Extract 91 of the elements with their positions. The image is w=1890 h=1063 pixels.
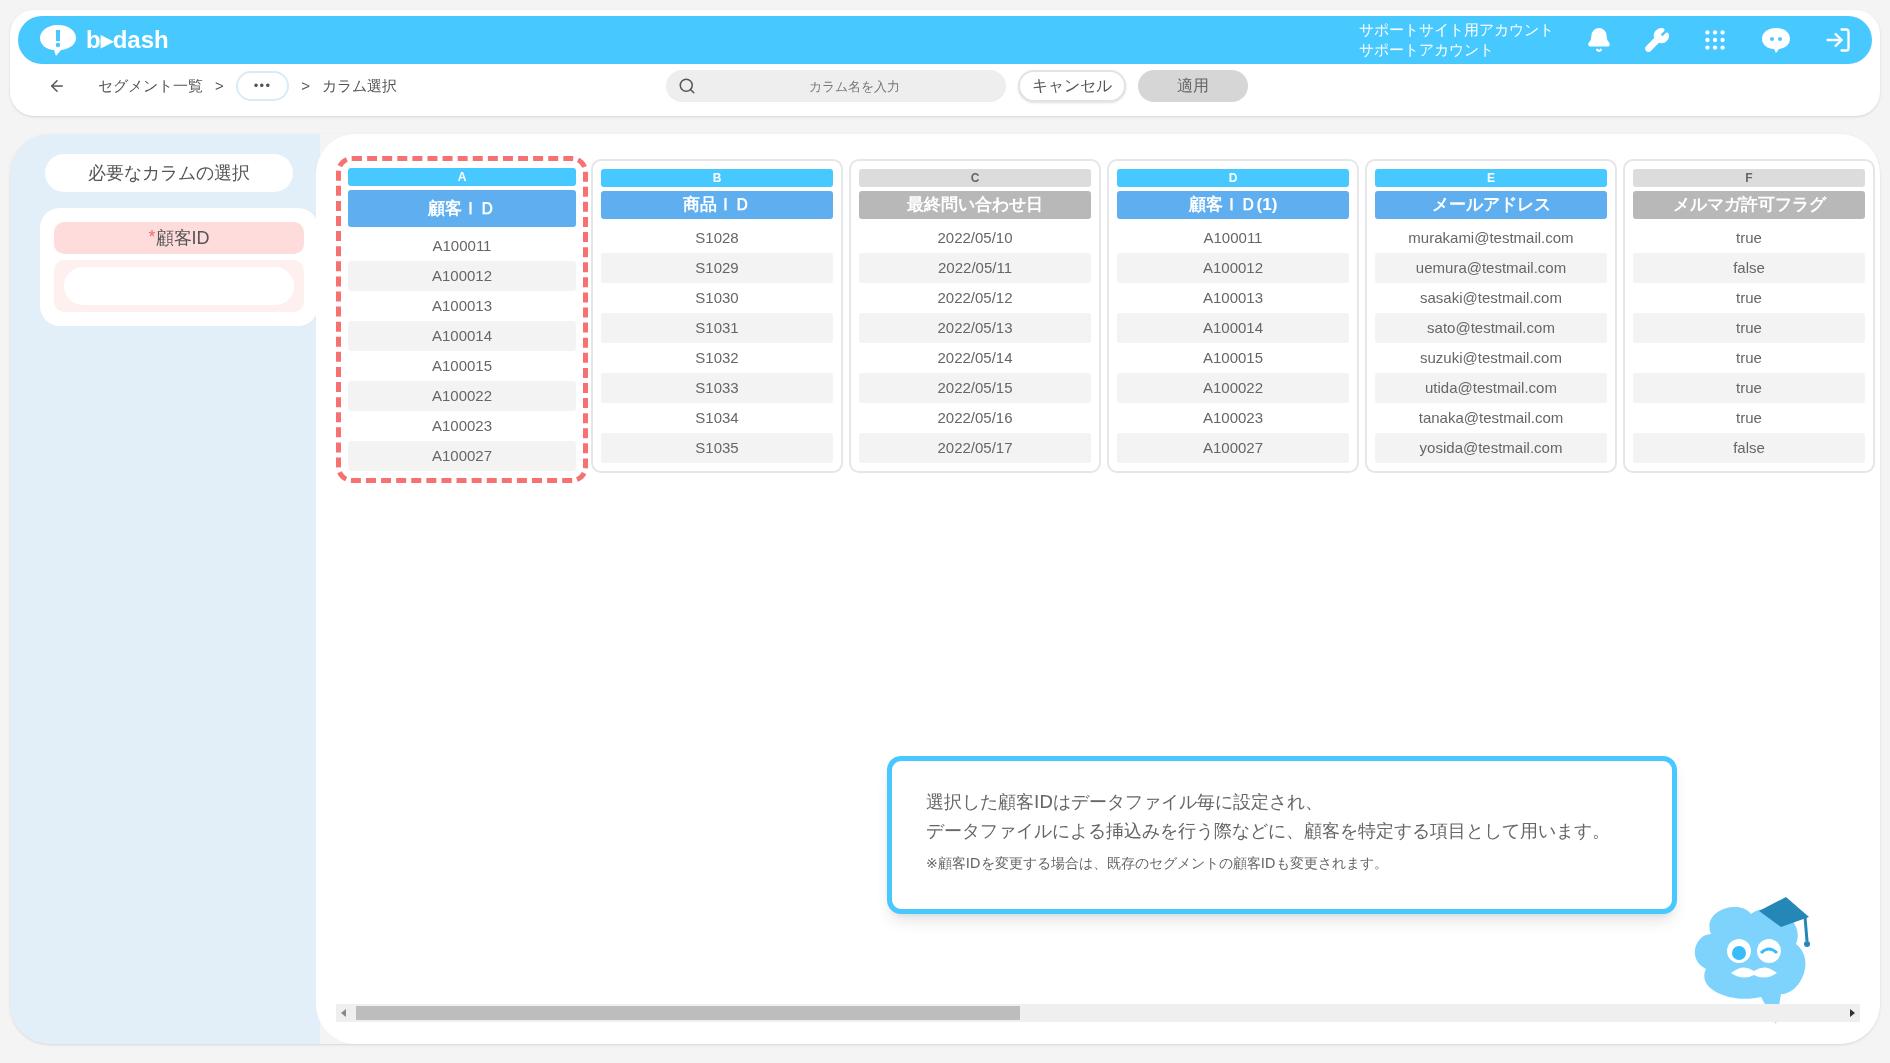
table-cell-text: A100011 xyxy=(1202,227,1264,248)
table-cell: A100027 xyxy=(348,441,576,471)
data-column[interactable]: D 顧客ＩＤ(1) A100011 A100012 A100013 A100014 A100015 A100022 A100023 A100027 xyxy=(1107,159,1359,473)
table-cell-text: 2022/05/10 xyxy=(936,227,1014,248)
table-cell-text: 2022/05/16 xyxy=(936,407,1014,428)
table-cell-text: A100015 xyxy=(1201,347,1265,368)
table-cell-text: S1028 xyxy=(694,227,740,248)
breadcrumb-link[interactable]: セグメント一覧 xyxy=(98,74,203,98)
table-cell-text: 2022/05/14 xyxy=(936,347,1014,368)
scroll-left-icon[interactable] xyxy=(341,1009,346,1017)
column-letter: C xyxy=(859,169,1091,187)
table-cell-text: S1030 xyxy=(694,287,740,308)
column-letter: E xyxy=(1375,169,1607,187)
logout-icon[interactable] xyxy=(1824,26,1852,54)
grid-icon[interactable] xyxy=(1702,27,1728,53)
table-cell: S1035 xyxy=(601,433,833,463)
table-cell: yosida@testmail.com xyxy=(1375,433,1607,463)
account-name: サポートサイト用アカウント xyxy=(1359,20,1554,40)
data-column[interactable]: F メルマガ許可フラグ true false true true true true true false xyxy=(1623,159,1875,473)
scrollbar-thumb[interactable] xyxy=(356,1006,1020,1020)
table-cell-text: murakami@testmail.com xyxy=(1407,227,1575,248)
data-column[interactable]: B 商品ＩＤ S1028 S1029 S1030 S1031 S1032 S1033 S1034 S1035 xyxy=(591,159,843,473)
table-cell-text: 2022/05/12 xyxy=(936,287,1014,308)
table-cell: true xyxy=(1633,313,1865,343)
tooltip-text: データファイルによる挿込みを行う際などに、顧客を特定する項目として用います。 xyxy=(926,819,1611,843)
table-cell: false xyxy=(1633,253,1865,283)
table-cell-text: A100011 xyxy=(431,235,493,256)
table-cell: 2022/05/15 xyxy=(859,373,1091,403)
search-field[interactable]: カラム名を入力 xyxy=(666,70,1006,102)
chat-bubble-icon[interactable] xyxy=(1760,26,1792,54)
column-header: 商品ＩＤ xyxy=(601,191,833,219)
breadcrumb-separator: > xyxy=(215,75,224,96)
table-cell-text: true xyxy=(1735,287,1763,308)
table-cell: A100014 xyxy=(1117,313,1349,343)
table-cell-text: A100023 xyxy=(430,415,494,436)
table-cell-text: tanaka@testmail.com xyxy=(1417,407,1565,428)
table-cell: S1031 xyxy=(601,313,833,343)
scroll-right-icon[interactable] xyxy=(1850,1009,1855,1017)
table-cell: 2022/05/17 xyxy=(859,433,1091,463)
action-button[interactable]: キャンセル xyxy=(1018,70,1126,102)
column-header: メルマガ許可フラグ xyxy=(1633,191,1865,219)
table-cell-text: S1032 xyxy=(694,347,740,368)
table-cell-text: suzuki@testmail.com xyxy=(1419,347,1563,368)
data-column[interactable]: A 顧客ＩＤ A100011 A100012 A100013 A100014 A100015 A100022 A100023 A100027 xyxy=(336,156,588,483)
breadcrumb-current: カラム選択 xyxy=(322,75,398,96)
account-name: サポートアカウント xyxy=(1359,40,1495,60)
table-cell-text: true xyxy=(1735,407,1763,428)
table-cell: sato@testmail.com xyxy=(1375,313,1607,343)
column-letter: B xyxy=(601,169,833,187)
bell-icon[interactable] xyxy=(1586,27,1612,53)
table-cell-text: A100015 xyxy=(430,355,494,376)
table-cell: A100012 xyxy=(1117,253,1349,283)
table-cell: false xyxy=(1633,433,1865,463)
logo-text: b▸dash xyxy=(86,25,169,55)
column-header: 顧客ＩＤ xyxy=(348,190,576,227)
table-cell: A100022 xyxy=(348,381,576,411)
sidebar-title: 必要なカラムの選択 xyxy=(45,154,293,192)
column-letter: A xyxy=(348,168,576,186)
table-cell-text: A100013 xyxy=(1201,287,1265,308)
data-column[interactable]: E メールアドレス murakami@testmail.com uemura@testmail.com sasaki@testmail.com sato@testmail.com suzuki@testmail.com utida@testmail.com tanaka@testmail.com yosida@testmail.com xyxy=(1365,159,1617,473)
table-cell-text: sasaki@testmail.com xyxy=(1419,287,1563,308)
column-letter: F xyxy=(1633,169,1865,187)
table-cell: A100027 xyxy=(1117,433,1349,463)
table-cell: S1033 xyxy=(601,373,833,403)
table-cell: 2022/05/13 xyxy=(859,313,1091,343)
data-column[interactable]: C 最終問い合わせ日 2022/05/10 2022/05/11 2022/05/12 2022/05/13 2022/05/14 2022/05/15 2022/05/16 2022/05/17 xyxy=(849,159,1101,473)
table-cell: utida@testmail.com xyxy=(1375,373,1607,403)
column-header: 顧客ＩＤ(1) xyxy=(1117,191,1349,219)
table-cell: A100014 xyxy=(348,321,576,351)
table-cell-text: true xyxy=(1735,227,1763,248)
table-cell-text: true xyxy=(1735,347,1763,368)
column-header: 最終問い合わせ日 xyxy=(859,191,1091,219)
tooltip-text: 選択した顧客IDはデータファイル毎に設定され、 xyxy=(926,790,1325,814)
table-cell: A100012 xyxy=(348,261,576,291)
more-button[interactable]: ••• xyxy=(235,71,290,101)
table-cell-text: A100023 xyxy=(1201,407,1265,428)
column-letter: D xyxy=(1117,169,1349,187)
table-cell: 2022/05/11 xyxy=(859,253,1091,283)
table-cell: A100022 xyxy=(1117,373,1349,403)
required-field-label: *顧客ID xyxy=(54,222,304,254)
table-cell: true xyxy=(1633,373,1865,403)
table-cell-text: A100013 xyxy=(430,295,494,316)
wrench-icon[interactable] xyxy=(1644,27,1670,53)
tooltip-note: ※顧客IDを変更する場合は、既存のセグメントの顧客IDも変更されます。 xyxy=(926,854,1389,873)
column-header: メールアドレス xyxy=(1375,191,1607,219)
table-cell: S1029 xyxy=(601,253,833,283)
table-cell-text: S1034 xyxy=(694,407,740,428)
table-cell: uemura@testmail.com xyxy=(1375,253,1607,283)
search-icon xyxy=(678,77,696,95)
breadcrumb-separator: > xyxy=(301,75,311,96)
logo-icon xyxy=(38,23,78,57)
